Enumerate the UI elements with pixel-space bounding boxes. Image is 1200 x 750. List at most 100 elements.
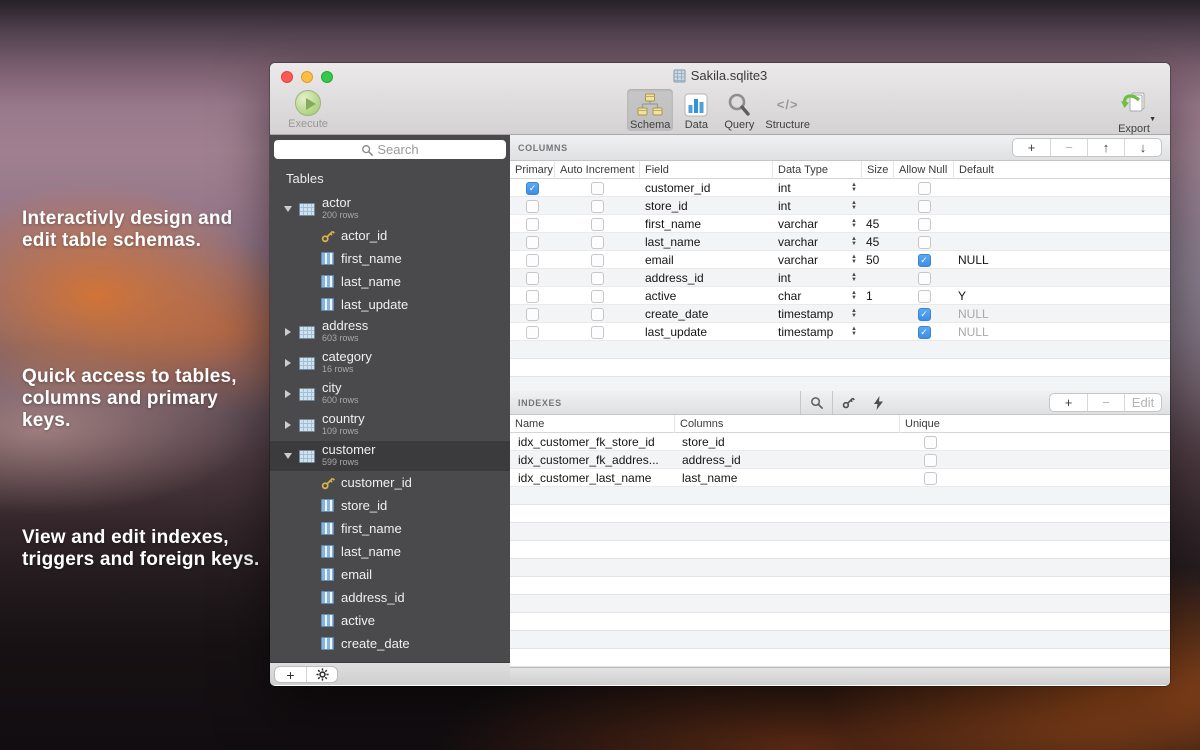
index-columns[interactable]: address_id — [675, 451, 900, 469]
stepper-down-icon[interactable]: ▼ — [851, 296, 857, 301]
disclosure-triangle-icon[interactable] — [285, 390, 299, 398]
field-name[interactable]: active — [640, 287, 773, 305]
unique-checkbox[interactable] — [924, 436, 937, 449]
allow-null-checkbox[interactable] — [918, 218, 931, 231]
size-value[interactable] — [862, 323, 894, 341]
settings-gear-button[interactable] — [306, 667, 337, 682]
toolbar-view-button[interactable]: </> Query — [719, 89, 759, 131]
size-value[interactable] — [862, 197, 894, 215]
disclosure-triangle-icon[interactable] — [285, 328, 299, 336]
data-type-stepper[interactable]: ▲▼ — [846, 323, 862, 341]
tree-item[interactable]: city 600 rows — [270, 379, 510, 409]
stepper-down-icon[interactable]: ▼ — [851, 188, 857, 193]
tree-item[interactable]: store_id — [270, 494, 510, 517]
toolbar-view-button[interactable]: </> Structure — [762, 89, 813, 131]
index-columns[interactable]: last_name — [675, 469, 900, 487]
field-name[interactable]: create_date — [640, 305, 773, 323]
allow-null-checkbox[interactable] — [918, 200, 931, 213]
tree-item[interactable]: first_name — [270, 517, 510, 540]
allow-null-checkbox[interactable] — [918, 254, 931, 267]
data-type-stepper[interactable]: ▲▼ — [846, 305, 862, 323]
column-header[interactable]: Field — [640, 161, 773, 179]
tree-item[interactable]: address 603 rows — [270, 317, 510, 347]
default-value[interactable]: NULL — [954, 323, 1170, 341]
index-row[interactable]: idx_customer_fk_store_id store_id — [510, 433, 1170, 451]
indexes-action-button[interactable]: − — [1087, 394, 1124, 411]
index-column-header[interactable]: Columns — [675, 415, 900, 433]
table-row[interactable]: store_id int ▲▼ — [510, 197, 1170, 215]
default-value[interactable] — [954, 269, 1170, 287]
default-value[interactable]: Y — [954, 287, 1170, 305]
primary-checkbox[interactable] — [526, 200, 539, 213]
tree-item[interactable]: customer 599 rows — [270, 441, 510, 471]
auto-increment-checkbox[interactable] — [591, 218, 604, 231]
tree-item[interactable]: category 16 rows — [270, 348, 510, 378]
data-type-stepper[interactable]: ▲▼ — [846, 215, 862, 233]
size-value[interactable]: 1 — [862, 287, 894, 305]
tree-item[interactable]: country 109 rows — [270, 410, 510, 440]
search-input[interactable]: Search — [274, 140, 506, 159]
table-row[interactable]: active char ▲▼ 1 Y — [510, 287, 1170, 305]
primary-checkbox[interactable] — [526, 326, 539, 339]
size-value[interactable] — [862, 269, 894, 287]
tree-item[interactable]: address_id — [270, 586, 510, 609]
data-type-stepper[interactable]: ▲▼ — [846, 269, 862, 287]
size-value[interactable]: 45 — [862, 215, 894, 233]
columns-action-button[interactable]: + — [1013, 139, 1050, 156]
size-value[interactable]: 50 — [862, 251, 894, 269]
field-name[interactable]: address_id — [640, 269, 773, 287]
allow-null-checkbox[interactable] — [918, 308, 931, 321]
auto-increment-checkbox[interactable] — [591, 182, 604, 195]
unique-checkbox[interactable] — [924, 454, 937, 467]
column-header[interactable]: Data Type — [773, 161, 862, 179]
field-name[interactable]: last_update — [640, 323, 773, 341]
execute-button[interactable]: Execute — [282, 90, 334, 130]
primary-checkbox[interactable] — [526, 218, 539, 231]
disclosure-triangle-icon[interactable] — [285, 359, 299, 367]
tree-item[interactable]: first_name — [270, 247, 510, 270]
allow-null-checkbox[interactable] — [918, 290, 931, 303]
index-name[interactable]: idx_customer_fk_addres... — [510, 451, 675, 469]
column-header[interactable]: Size — [862, 161, 894, 179]
index-columns[interactable]: store_id — [675, 433, 900, 451]
stepper-down-icon[interactable]: ▼ — [851, 332, 857, 337]
auto-increment-checkbox[interactable] — [591, 200, 604, 213]
indexes-action-button[interactable]: + — [1050, 394, 1087, 411]
index-column-header[interactable]: Unique — [900, 415, 960, 433]
allow-null-checkbox[interactable] — [918, 182, 931, 195]
default-value[interactable] — [954, 197, 1170, 215]
filter-search-button[interactable] — [801, 391, 833, 414]
index-row[interactable]: idx_customer_fk_addres... address_id — [510, 451, 1170, 469]
auto-increment-checkbox[interactable] — [591, 326, 604, 339]
data-type-value[interactable]: varchar — [773, 233, 846, 251]
default-value[interactable] — [954, 233, 1170, 251]
unique-checkbox[interactable] — [924, 472, 937, 485]
stepper-down-icon[interactable]: ▼ — [851, 314, 857, 319]
toolbar-view-button[interactable]: </> Data — [676, 89, 716, 131]
table-row[interactable]: create_date timestamp ▲▼ NULL — [510, 305, 1170, 323]
data-type-value[interactable]: int — [773, 269, 846, 287]
data-type-value[interactable]: char — [773, 287, 846, 305]
data-type-stepper[interactable]: ▲▼ — [846, 233, 862, 251]
auto-increment-checkbox[interactable] — [591, 290, 604, 303]
default-value[interactable] — [954, 215, 1170, 233]
disclosure-triangle-icon[interactable] — [285, 421, 299, 429]
field-name[interactable]: email — [640, 251, 773, 269]
stepper-down-icon[interactable]: ▼ — [851, 242, 857, 247]
primary-checkbox[interactable] — [526, 272, 539, 285]
columns-action-button[interactable]: ↓ — [1124, 139, 1161, 156]
disclosure-triangle-icon[interactable] — [285, 452, 299, 460]
auto-increment-checkbox[interactable] — [591, 308, 604, 321]
allow-null-checkbox[interactable] — [918, 236, 931, 249]
tree-item[interactable]: email — [270, 563, 510, 586]
tree-item[interactable]: active — [270, 609, 510, 632]
primary-checkbox[interactable] — [526, 182, 539, 195]
data-type-value[interactable]: timestamp — [773, 323, 846, 341]
allow-null-checkbox[interactable] — [918, 326, 931, 339]
table-row[interactable]: email varchar ▲▼ 50 NULL — [510, 251, 1170, 269]
tree-item[interactable]: customer_id — [270, 471, 510, 494]
index-name[interactable]: idx_customer_last_name — [510, 469, 675, 487]
table-row[interactable]: last_name varchar ▲▼ 45 — [510, 233, 1170, 251]
data-type-stepper[interactable]: ▲▼ — [846, 179, 862, 197]
data-type-stepper[interactable]: ▲▼ — [846, 251, 862, 269]
